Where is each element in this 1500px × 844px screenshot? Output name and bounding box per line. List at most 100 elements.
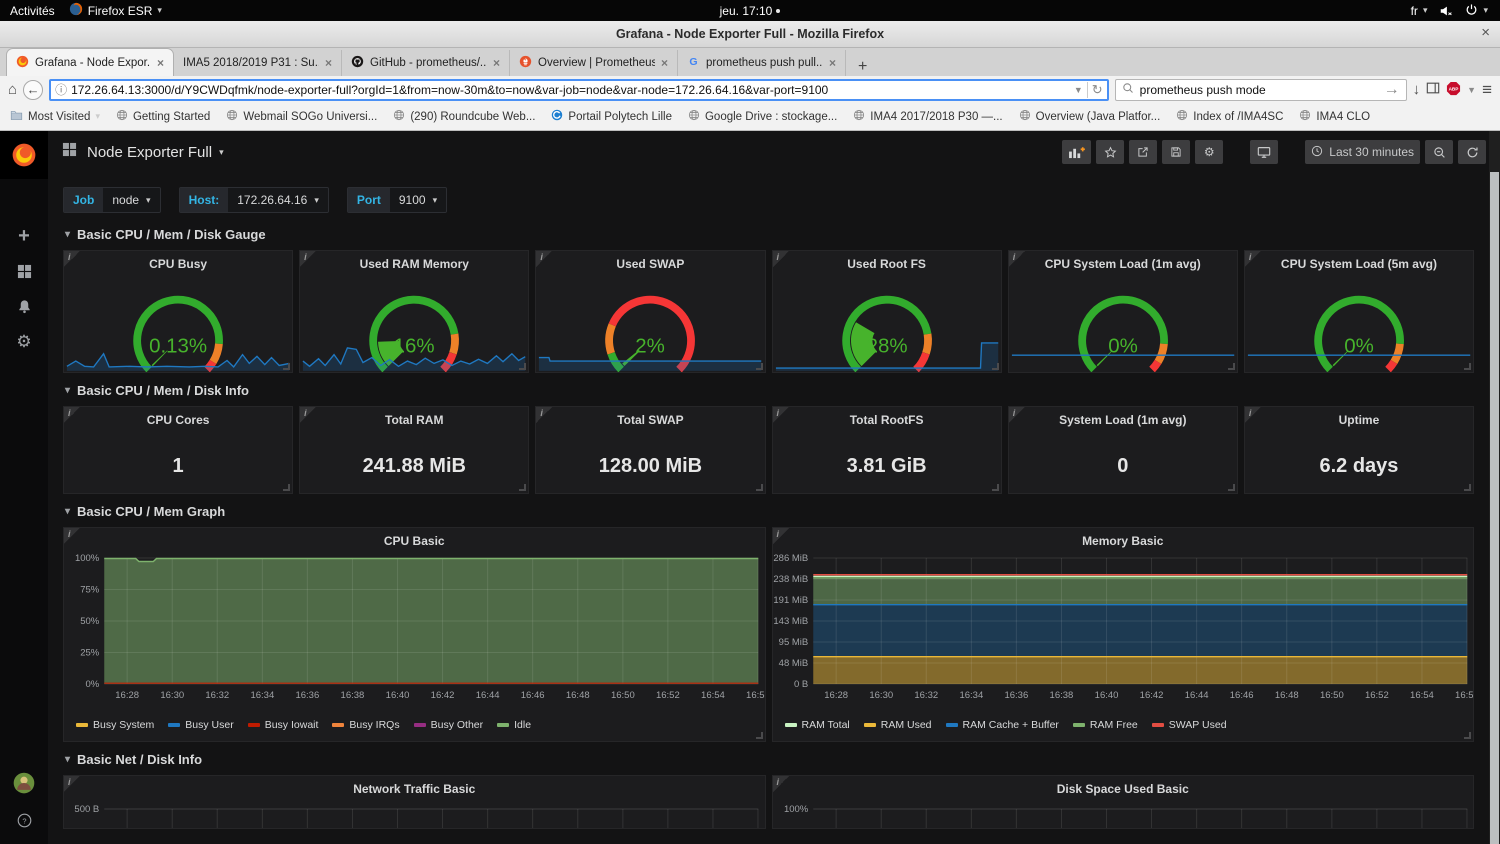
search-go-icon[interactable]: → bbox=[1384, 81, 1400, 99]
zoom-out-button[interactable] bbox=[1425, 140, 1453, 164]
search-bar[interactable]: prometheus push mode → bbox=[1115, 79, 1407, 101]
tab-close-icon[interactable]: × bbox=[157, 56, 164, 70]
stat-panel-4[interactable]: iTotal RootFS3.81 GiB bbox=[772, 406, 1002, 494]
bookmark-item[interactable]: Overview (Java Platfor... bbox=[1019, 109, 1161, 124]
time-range-button[interactable]: Last 30 minutes bbox=[1305, 140, 1420, 164]
panel-info-icon[interactable]: i bbox=[536, 251, 552, 267]
legend-item[interactable]: RAM Total bbox=[785, 719, 850, 731]
network-traffic-panel[interactable]: iNetwork Traffic Basic500 B bbox=[63, 775, 766, 829]
refresh-button[interactable] bbox=[1458, 140, 1486, 164]
bookmark-item[interactable]: Most Visited▾ bbox=[10, 109, 100, 125]
home-button[interactable]: ⌂ bbox=[8, 82, 17, 97]
page-scrollbar[interactable] bbox=[1489, 131, 1500, 844]
panel-resize-handle[interactable] bbox=[1464, 363, 1471, 370]
bookmark-item[interactable]: Getting Started bbox=[116, 109, 210, 124]
gauge-panel-3[interactable]: iUsed SWAP2% bbox=[535, 250, 765, 373]
variable-host[interactable]: Host:172.26.64.16▾ bbox=[179, 187, 329, 213]
panel-title[interactable]: CPU Busy bbox=[64, 251, 292, 275]
variable-value-dropdown[interactable]: 172.26.64.16▾ bbox=[228, 188, 328, 212]
chevron-down-icon[interactable]: ▾ bbox=[219, 147, 224, 158]
sidebar-item-configuration[interactable]: ⚙ bbox=[0, 324, 48, 359]
panel-resize-handle[interactable] bbox=[283, 363, 290, 370]
search-input[interactable]: prometheus push mode bbox=[1140, 83, 1378, 97]
panel-resize-handle[interactable] bbox=[756, 484, 763, 491]
bookmark-item[interactable]: Webmail SOGo Universi... bbox=[226, 109, 377, 124]
stat-panel-3[interactable]: iTotal SWAP128.00 MiB bbox=[535, 406, 765, 494]
panel-resize-handle[interactable] bbox=[1228, 363, 1235, 370]
legend-item[interactable]: Busy Iowait bbox=[248, 719, 319, 731]
tab-1[interactable]: Grafana - Node Expor...× bbox=[6, 48, 174, 76]
chevron-down-icon[interactable]: ▼ bbox=[1467, 85, 1476, 95]
bookmark-item[interactable]: Index of /IMA4SC bbox=[1176, 109, 1283, 124]
panel-title[interactable]: Disk Space Used Basic bbox=[773, 776, 1474, 800]
panel-resize-handle[interactable] bbox=[1228, 484, 1235, 491]
panel-info-icon[interactable]: i bbox=[64, 776, 80, 792]
scrollbar-thumb[interactable] bbox=[1490, 172, 1499, 844]
bookmark-item[interactable]: (290) Roundcube Web... bbox=[393, 109, 535, 124]
legend-item[interactable]: Busy IRQs bbox=[332, 719, 399, 731]
activities-button[interactable]: Activités bbox=[10, 4, 55, 18]
back-button[interactable]: ← bbox=[23, 80, 43, 100]
memory-basic-panel[interactable]: iMemory Basic0 B48 MiB95 MiB143 MiB191 M… bbox=[772, 527, 1475, 742]
panel-title[interactable]: Uptime bbox=[1245, 407, 1473, 431]
tab-3[interactable]: GitHub - prometheus/...× bbox=[342, 50, 510, 76]
panel-resize-handle[interactable] bbox=[1464, 732, 1471, 739]
panel-title[interactable]: Total RAM bbox=[300, 407, 528, 431]
stat-panel-1[interactable]: iCPU Cores1 bbox=[63, 406, 293, 494]
page-info-icon[interactable]: ⓘ bbox=[55, 81, 67, 98]
panel-resize-handle[interactable] bbox=[992, 484, 999, 491]
save-button[interactable] bbox=[1162, 140, 1190, 164]
new-tab-button[interactable]: + bbox=[846, 58, 879, 76]
panel-info-icon[interactable]: i bbox=[773, 251, 789, 267]
tab-2[interactable]: IMA5 2018/2019 P31 : Su...× bbox=[174, 50, 342, 76]
downloads-button[interactable]: ↓ bbox=[1413, 82, 1421, 97]
keyboard-layout-indicator[interactable]: fr▾ bbox=[1411, 4, 1428, 18]
panel-resize-handle[interactable] bbox=[756, 732, 763, 739]
panel-info-icon[interactable]: i bbox=[1009, 407, 1025, 423]
tab-4[interactable]: Overview | Prometheus× bbox=[510, 50, 678, 76]
panel-info-icon[interactable]: i bbox=[773, 407, 789, 423]
panel-info-icon[interactable]: i bbox=[536, 407, 552, 423]
cycle-view-button[interactable] bbox=[1250, 140, 1278, 164]
tab-close-icon[interactable]: × bbox=[325, 56, 332, 70]
panel-title[interactable]: System Load (1m avg) bbox=[1009, 407, 1237, 431]
variable-value-dropdown[interactable]: 9100▾ bbox=[390, 188, 446, 212]
share-button[interactable] bbox=[1129, 140, 1157, 164]
stat-panel-2[interactable]: iTotal RAM241.88 MiB bbox=[299, 406, 529, 494]
adblock-plus-button[interactable]: ABP bbox=[1446, 81, 1461, 99]
panel-resize-handle[interactable] bbox=[283, 484, 290, 491]
legend-item[interactable]: RAM Free bbox=[1073, 719, 1138, 731]
row-header-graph[interactable]: ▾Basic CPU / Mem Graph bbox=[65, 504, 1474, 519]
cpu-basic-panel[interactable]: iCPU Basic0%25%50%75%100%16:2816:3016:32… bbox=[63, 527, 766, 742]
tab-close-icon[interactable]: × bbox=[493, 56, 500, 70]
panel-info-icon[interactable]: i bbox=[1245, 407, 1261, 423]
panel-resize-handle[interactable] bbox=[519, 484, 526, 491]
variable-job[interactable]: Jobnode▾ bbox=[63, 187, 161, 213]
dashboard-title[interactable]: Node Exporter Full bbox=[87, 144, 212, 161]
panel-info-icon[interactable]: i bbox=[64, 251, 80, 267]
legend-item[interactable]: Busy Other bbox=[414, 719, 484, 731]
panel-title[interactable]: CPU Cores bbox=[64, 407, 292, 431]
gauge-panel-4[interactable]: iUsed Root FS28% bbox=[772, 250, 1002, 373]
tab-close-icon[interactable]: × bbox=[661, 56, 668, 70]
window-titlebar[interactable]: Grafana - Node Exporter Full - Mozilla F… bbox=[0, 21, 1500, 48]
grafana-logo-icon[interactable] bbox=[0, 131, 48, 179]
volume-muted-icon[interactable] bbox=[1439, 4, 1453, 18]
panel-info-icon[interactable]: i bbox=[1245, 251, 1261, 267]
settings-button[interactable]: ⚙ bbox=[1195, 140, 1223, 164]
panel-info-icon[interactable]: i bbox=[64, 407, 80, 423]
user-avatar[interactable] bbox=[0, 768, 48, 803]
menu-button[interactable]: ≡ bbox=[1482, 81, 1492, 98]
panel-resize-handle[interactable] bbox=[756, 363, 763, 370]
panel-title[interactable]: Used RAM Memory bbox=[300, 251, 528, 275]
add-panel-button[interactable] bbox=[1062, 140, 1091, 164]
panel-info-icon[interactable]: i bbox=[300, 407, 316, 423]
variable-value-dropdown[interactable]: node▾ bbox=[103, 188, 159, 212]
gauge-panel-1[interactable]: iCPU Busy0.13% bbox=[63, 250, 293, 373]
gauge-panel-5[interactable]: iCPU System Load (1m avg)0% bbox=[1008, 250, 1238, 373]
panel-info-icon[interactable]: i bbox=[773, 776, 789, 792]
legend-item[interactable]: RAM Cache + Buffer bbox=[946, 719, 1059, 731]
sidebar-item-dashboards[interactable] bbox=[0, 254, 48, 289]
panel-title[interactable]: Total RootFS bbox=[773, 407, 1001, 431]
tab-close-icon[interactable]: × bbox=[829, 56, 836, 70]
